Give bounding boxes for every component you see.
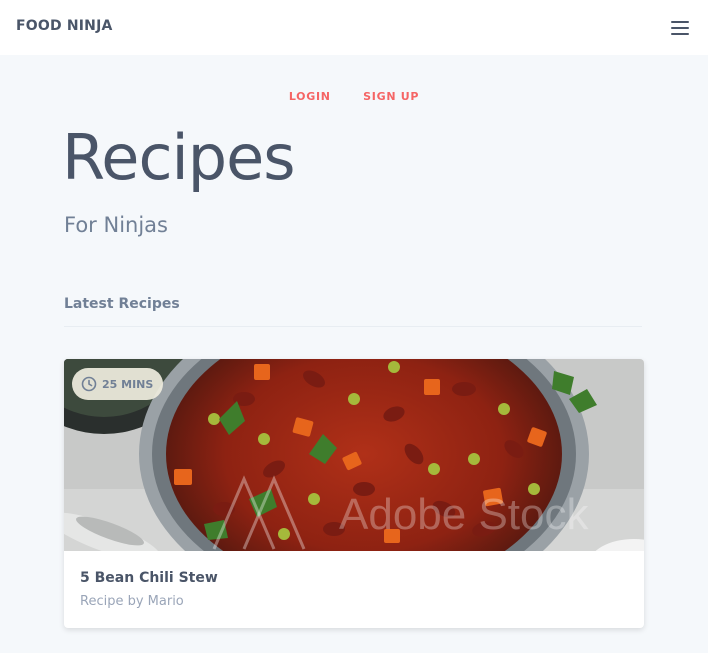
hamburger-menu-icon[interactable] [671,21,689,35]
time-badge: 25 MINS [72,368,164,400]
stock-watermark: Adobe Stock [339,490,589,539]
page-title: Recipes [62,121,296,194]
time-label: 25 MINS [102,377,154,391]
clock-icon [81,376,97,392]
auth-links: LOGIN SIGN UP [0,90,708,103]
signup-link[interactable]: SIGN UP [363,90,419,103]
section-heading: Latest Recipes [64,296,180,312]
recipe-author: Recipe by Mario [80,594,184,609]
recipe-title[interactable]: 5 Bean Chili Stew [80,570,218,586]
section-divider [64,326,642,327]
navbar: FOOD NINJA [0,0,708,55]
brand-logo[interactable]: FOOD NINJA [16,18,113,34]
login-link[interactable]: LOGIN [289,90,331,103]
recipe-card[interactable]: Adobe Stock 25 MINS 5 Bean Chili Stew Re… [64,359,644,628]
page-subtitle: For Ninjas [64,213,168,237]
